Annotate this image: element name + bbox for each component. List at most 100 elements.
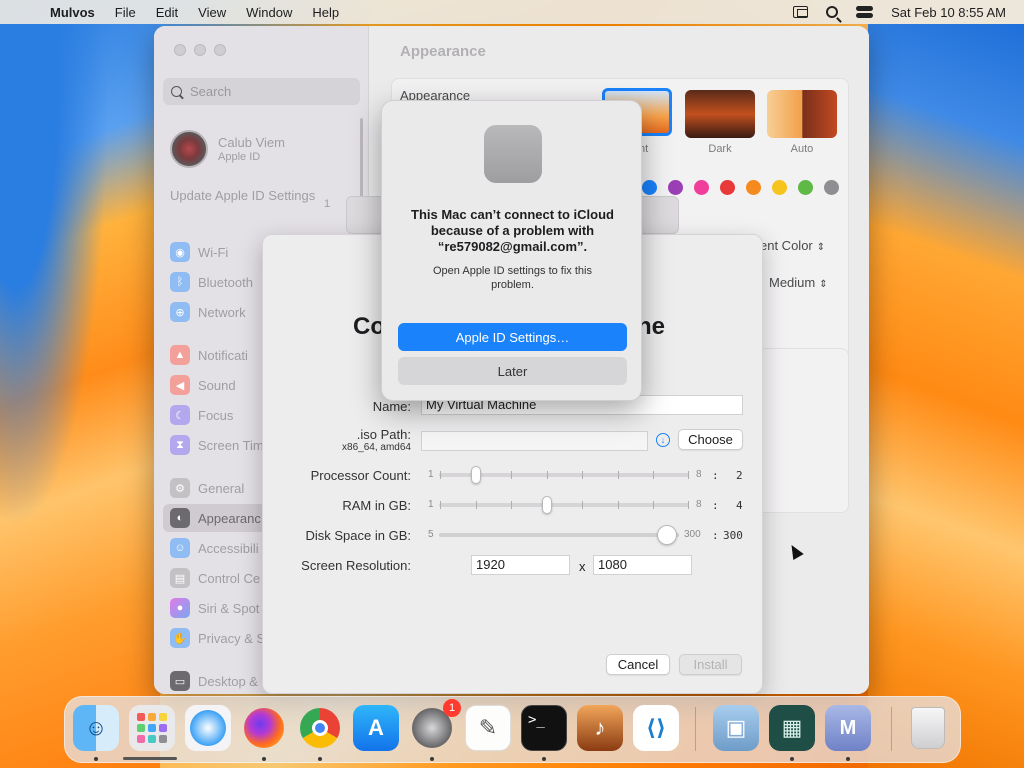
dock-scroll-indicator	[123, 757, 177, 760]
resolution-height-field[interactable]: 1080	[593, 555, 692, 575]
files-icon[interactable]: ▦	[769, 705, 815, 751]
screen-mirroring-icon[interactable]	[793, 6, 809, 18]
bell-icon: ▲	[170, 345, 190, 365]
iso-path-field[interactable]	[421, 431, 648, 451]
trash-icon[interactable]	[905, 705, 951, 751]
theme-auto-label: Auto	[790, 143, 814, 155]
siri-icon: ●	[170, 598, 190, 618]
sidebar-item-label: Bluetooth	[198, 274, 253, 290]
sidebar-search[interactable]: Search	[163, 78, 360, 105]
sidebar-item-label: Network	[198, 304, 246, 320]
install-button[interactable]: Install	[679, 654, 742, 675]
accent-pink[interactable]	[694, 180, 709, 195]
terminal-icon[interactable]: >_	[521, 705, 567, 751]
sidebar-item-general[interactable]: ⚙ General	[170, 478, 244, 498]
garageband-icon[interactable]: ♪	[577, 705, 623, 751]
download-icon[interactable]: ↓	[656, 433, 670, 447]
preview-icon[interactable]: ▣	[713, 705, 759, 751]
disk-min: 5	[428, 529, 434, 540]
sidebar-item-sound[interactable]: ◀ Sound	[170, 375, 236, 395]
sidebar-item-accessibility[interactable]: ☺ Accessibili	[170, 538, 259, 558]
choose-button[interactable]: Choose	[678, 429, 743, 450]
accent-yellow[interactable]	[772, 180, 787, 195]
apple-id-account[interactable]: Calub Viem Apple ID	[170, 130, 285, 168]
accent-blue[interactable]	[642, 180, 657, 195]
chrome-icon[interactable]	[297, 705, 343, 751]
accent-graphite[interactable]	[824, 180, 839, 195]
processor-colon: :	[712, 469, 719, 482]
firefox-icon[interactable]	[241, 705, 287, 751]
icloud-alert: This Mac can’t connect to iCloud because…	[381, 100, 642, 401]
menu-window[interactable]: Window	[246, 5, 292, 20]
sidebar-item-label: Desktop &	[198, 673, 258, 689]
sidebar-item-label: Siri & Spot	[198, 600, 260, 616]
launchpad-icon[interactable]	[129, 705, 175, 751]
update-apple-id-settings[interactable]: Update Apple ID Settings	[170, 188, 340, 204]
page-title: Appearance	[400, 43, 486, 60]
sidebar-scrollbar[interactable]	[360, 118, 363, 198]
sidebar-item-label: Accessibili	[198, 540, 259, 556]
sidebar-item-screen-time[interactable]: ⧗ Screen Tim	[170, 435, 264, 455]
account-name: Calub Viem	[218, 135, 285, 150]
sidebar-icon-size-popup[interactable]: Medium ⇕	[769, 275, 828, 290]
textedit-icon[interactable]: ✎	[465, 705, 511, 751]
theme-light-label: ht	[639, 143, 649, 155]
hand-icon: ✋	[170, 628, 190, 648]
control-center-icon: ▤	[170, 568, 190, 588]
mulvos-icon[interactable]: M	[825, 705, 871, 751]
system-settings-icon[interactable]: 1	[409, 699, 461, 751]
finder-running-indicator	[94, 757, 98, 761]
menu-edit[interactable]: Edit	[156, 5, 178, 20]
processor-max: 8	[696, 469, 702, 480]
control-center-icon[interactable]	[856, 5, 874, 19]
resolution-width-field[interactable]: 1920	[471, 555, 570, 575]
disk-slider[interactable]	[657, 525, 677, 545]
finder-icon[interactable]: ☺	[73, 705, 119, 751]
theme-dark[interactable]	[685, 90, 755, 138]
accent-purple[interactable]	[668, 180, 683, 195]
accent-orange[interactable]	[746, 180, 761, 195]
menu-file[interactable]: File	[115, 5, 136, 20]
window-controls	[174, 44, 226, 56]
app-store-icon[interactable]: A	[353, 705, 399, 751]
close-button[interactable]	[174, 44, 186, 56]
accent-red[interactable]	[720, 180, 735, 195]
menu-view[interactable]: View	[198, 5, 226, 20]
sidebar-item-siri[interactable]: ● Siri & Spot	[170, 598, 259, 618]
menu-help[interactable]: Help	[312, 5, 339, 20]
sidebar-item-label: Focus	[198, 407, 234, 423]
processor-slider[interactable]	[471, 466, 481, 484]
sidebar-item-notifications[interactable]: ▲ Notificati	[170, 345, 248, 365]
sidebar-item-control-center[interactable]: ▤ Control Ce	[170, 568, 260, 588]
apple-logo-icon	[484, 125, 542, 183]
sidebar-item-wifi[interactable]: ◉ Wi-Fi	[170, 242, 228, 262]
cancel-button[interactable]: Cancel	[606, 654, 670, 675]
alert-body: Open Apple ID settings to fix this probl…	[433, 265, 592, 291]
accent-green[interactable]	[798, 180, 813, 195]
disk-colon: :	[712, 529, 719, 542]
sidebar-item-privacy[interactable]: ✋ Privacy & S	[170, 628, 265, 648]
safari-icon[interactable]	[185, 705, 231, 751]
terminal-running-indicator	[542, 757, 546, 761]
zoom-button[interactable]	[214, 44, 226, 56]
vscode-icon[interactable]: ⟨⟩	[633, 705, 679, 751]
theme-auto[interactable]	[767, 90, 837, 138]
wallpaper-left	[0, 24, 160, 768]
chevron-updown-icon: ⇕	[816, 242, 826, 253]
ram-slider[interactable]	[542, 496, 552, 514]
later-button[interactable]: Later	[398, 357, 627, 385]
sidebar-item-network[interactable]: ⊕ Network	[170, 302, 246, 322]
sidebar-item-bluetooth[interactable]: ᛒ Bluetooth	[170, 272, 253, 292]
sidebar-item-desktop[interactable]: ▭ Desktop &	[170, 671, 258, 691]
sidebar-item-focus[interactable]: ☾ Focus	[170, 405, 233, 425]
menu-clock[interactable]: Sat Feb 10 8:55 AM	[891, 5, 1006, 20]
iso-arch-label: x86_64, amd64	[342, 442, 411, 453]
menu-app-name[interactable]: Mulvos	[50, 5, 95, 20]
spotlight-icon[interactable]	[826, 6, 839, 18]
globe-icon: ⊕	[170, 302, 190, 322]
minimize-button[interactable]	[194, 44, 206, 56]
avatar	[170, 130, 208, 168]
highlight-color-popup[interactable]: ent Color ⇕	[760, 238, 825, 253]
sidebar-icon-size-value: Medium	[769, 275, 816, 290]
apple-id-settings-button[interactable]: Apple ID Settings…	[398, 323, 627, 351]
